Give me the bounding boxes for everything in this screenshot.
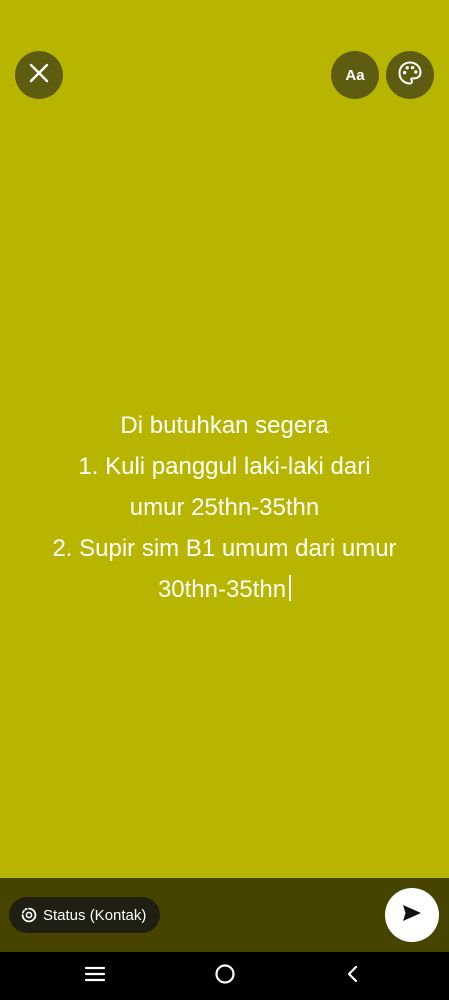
status-icon bbox=[21, 907, 37, 923]
system-navigation-bar bbox=[0, 952, 449, 1000]
status-line: 1. Kuli panggul laki-laki dari bbox=[78, 453, 371, 480]
status-line: 30thn-35thn bbox=[157, 576, 287, 603]
close-icon bbox=[28, 62, 50, 89]
status-line: 2. Supir sim B1 umum dari umur bbox=[52, 535, 397, 562]
status-audience-label: Status (Kontak) bbox=[43, 906, 147, 924]
text-cursor bbox=[289, 575, 292, 601]
home-button[interactable] bbox=[195, 952, 255, 1000]
back-icon bbox=[345, 964, 361, 989]
recents-button[interactable] bbox=[65, 952, 125, 1000]
status-line-last: 30thn-35thn bbox=[0, 569, 449, 610]
send-button[interactable] bbox=[385, 888, 439, 942]
palette-icon bbox=[397, 60, 423, 91]
font-style-button[interactable]: Aa bbox=[331, 51, 379, 99]
status-audience-button[interactable]: Status (Kontak) bbox=[9, 897, 161, 933]
status-line: Di butuhkan segera bbox=[120, 412, 329, 439]
close-button[interactable] bbox=[15, 51, 63, 99]
home-icon bbox=[214, 963, 236, 990]
status-line: umur 25thn-35thn bbox=[129, 494, 320, 521]
status-text[interactable]: Di butuhkan segera 1. Kuli panggul laki-… bbox=[0, 405, 449, 610]
background-color-button[interactable] bbox=[386, 51, 434, 99]
back-button[interactable] bbox=[323, 952, 383, 1000]
font-style-label: Aa bbox=[345, 66, 365, 84]
send-icon bbox=[400, 901, 424, 930]
recents-icon bbox=[84, 965, 106, 988]
